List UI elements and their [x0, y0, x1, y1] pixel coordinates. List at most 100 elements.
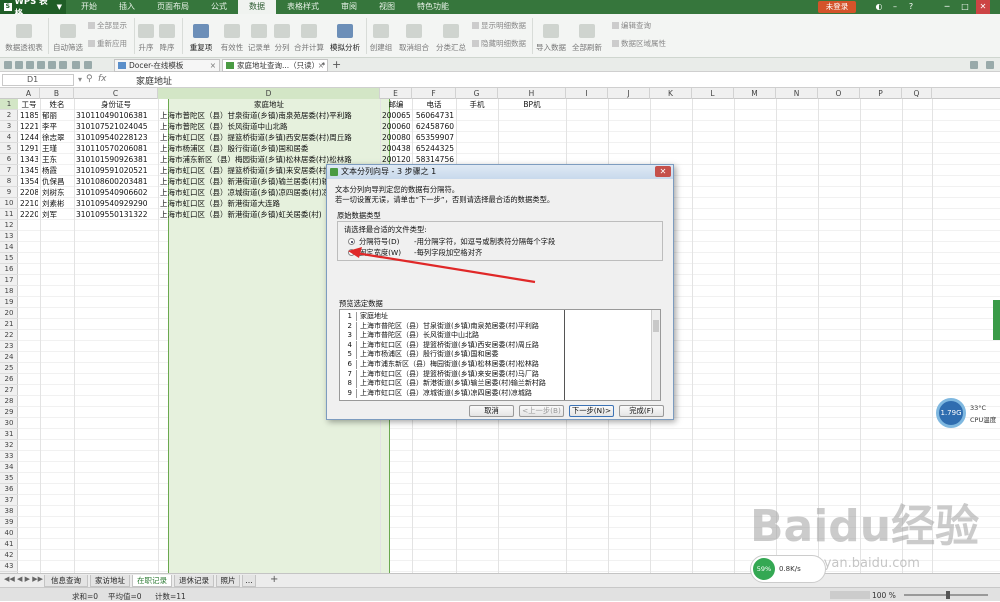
add-sheet-icon[interactable]: +: [270, 574, 278, 585]
name-box[interactable]: D1: [2, 74, 74, 86]
column-header-G[interactable]: G: [456, 88, 498, 99]
column-header-K[interactable]: K: [650, 88, 692, 99]
fixed-width-label[interactable]: 固定宽度(W): [359, 248, 401, 258]
cell[interactable]: 200065: [382, 110, 410, 121]
preview-scrollbar[interactable]: [651, 310, 660, 400]
row-header[interactable]: 16: [0, 264, 18, 275]
cell[interactable]: 王瑾: [42, 143, 72, 154]
skin-icon[interactable]: ◐: [872, 0, 886, 14]
column-header-L[interactable]: L: [692, 88, 734, 99]
column-header-M[interactable]: M: [734, 88, 776, 99]
row-header[interactable]: 2: [0, 110, 18, 121]
side-panel-handle[interactable]: [993, 300, 1000, 340]
cell[interactable]: 邮编: [382, 99, 410, 110]
subtotal-button[interactable]: 分类汇总: [434, 14, 468, 58]
cell[interactable]: 手机: [458, 99, 496, 110]
show-all-button[interactable]: 全部显示: [88, 20, 127, 30]
finish-button[interactable]: 完成(F): [619, 405, 664, 417]
record-button[interactable]: 记录单: [246, 14, 272, 58]
zoom-icon[interactable]: ⚲: [86, 74, 93, 84]
cell[interactable]: 65244325: [414, 143, 454, 154]
row-header[interactable]: 38: [0, 506, 18, 517]
show-detail-button[interactable]: 显示明细数据: [472, 20, 526, 30]
menu-tab-0[interactable]: 开始: [70, 0, 108, 14]
menu-tab-5[interactable]: 表格样式: [276, 0, 330, 14]
cell[interactable]: 1185: [20, 110, 38, 121]
help-icon[interactable]: ?: [904, 0, 918, 14]
menu-tab-2[interactable]: 页面布局: [146, 0, 200, 14]
cell[interactable]: 2210: [20, 198, 38, 209]
cpu-widget[interactable]: 1.79G 33°C CPU温度: [934, 396, 1000, 430]
sort-desc-button[interactable]: 降序: [157, 14, 177, 58]
cell[interactable]: 56064731: [414, 110, 454, 121]
chevron-down-icon[interactable]: ▾: [78, 75, 82, 84]
menu-tab-7[interactable]: 视图: [368, 0, 406, 14]
cell[interactable]: 1244: [20, 132, 38, 143]
cell[interactable]: 310110570206081: [76, 143, 156, 154]
cell[interactable]: 310107521024045: [76, 121, 156, 132]
redo-icon[interactable]: [84, 61, 92, 69]
tab-scroll-icon[interactable]: [986, 61, 994, 69]
column-header-J[interactable]: J: [608, 88, 650, 99]
fx-icon[interactable]: fx: [98, 74, 107, 84]
cell[interactable]: 1354: [20, 176, 38, 187]
column-header-D[interactable]: D: [158, 88, 380, 99]
row-header[interactable]: 11: [0, 209, 18, 220]
row-header[interactable]: 17: [0, 275, 18, 286]
fixed-width-radio[interactable]: [348, 249, 355, 256]
print-icon[interactable]: [37, 61, 45, 69]
row-header[interactable]: 33: [0, 451, 18, 462]
cell[interactable]: 310101590926381: [76, 154, 156, 165]
column-header-E[interactable]: E: [380, 88, 412, 99]
reapply-button[interactable]: 重新应用: [88, 38, 127, 48]
column-header-A[interactable]: A: [18, 88, 40, 99]
window-close-icon[interactable]: ✕: [976, 0, 990, 14]
cell[interactable]: 1343: [20, 154, 38, 165]
close-icon[interactable]: ✕: [655, 166, 671, 177]
row-header[interactable]: 13: [0, 231, 18, 242]
tab-list-icon[interactable]: [970, 61, 978, 69]
refresh-all-button[interactable]: 全部刷新: [570, 14, 604, 58]
row-header[interactable]: 22: [0, 330, 18, 341]
cell[interactable]: 刘素彬: [42, 198, 72, 209]
column-header-H[interactable]: H: [498, 88, 566, 99]
cell[interactable]: 200080: [382, 132, 410, 143]
column-header-C[interactable]: C: [74, 88, 158, 99]
edit-query-button[interactable]: 编辑查询: [612, 20, 651, 30]
cell[interactable]: 310109550131322: [76, 209, 156, 220]
column-header-N[interactable]: N: [776, 88, 818, 99]
cell[interactable]: 李平: [42, 121, 72, 132]
cell[interactable]: 姓名: [42, 99, 72, 110]
cell[interactable]: 310109540906602: [76, 187, 156, 198]
cell[interactable]: 刘树东: [42, 187, 72, 198]
cell[interactable]: 310108600203481: [76, 176, 156, 187]
doc-tab-address[interactable]: 家庭地址查询...（只读） * ×: [222, 59, 328, 72]
cell[interactable]: 徐志翠: [42, 132, 72, 143]
cell[interactable]: 家庭地址: [160, 99, 378, 110]
row-header[interactable]: 10: [0, 198, 18, 209]
hide-detail-button[interactable]: 隐藏明细数据: [472, 38, 526, 48]
cell[interactable]: 310109591020521: [76, 165, 156, 176]
row-header[interactable]: 18: [0, 286, 18, 297]
row-header[interactable]: 8: [0, 176, 18, 187]
row-header[interactable]: 5: [0, 143, 18, 154]
row-header[interactable]: 27: [0, 385, 18, 396]
cell[interactable]: 郁丽: [42, 110, 72, 121]
menu-tab-8[interactable]: 特色功能: [406, 0, 460, 14]
cell[interactable]: 杨霞: [42, 165, 72, 176]
row-header[interactable]: 35: [0, 473, 18, 484]
cell[interactable]: 1345: [20, 165, 38, 176]
formula-input[interactable]: 家庭地址: [136, 74, 172, 87]
minimize-icon[interactable]: –: [888, 0, 902, 14]
import-data-button[interactable]: 导入数据: [536, 14, 566, 58]
row-header[interactable]: 41: [0, 539, 18, 550]
row-header[interactable]: 9: [0, 187, 18, 198]
delimited-radio[interactable]: [348, 238, 355, 245]
column-header-Q[interactable]: Q: [902, 88, 932, 99]
row-header[interactable]: 30: [0, 418, 18, 429]
pivot-table-button[interactable]: 数据透视表: [4, 14, 44, 58]
cell[interactable]: 310109540929290: [76, 198, 156, 209]
sheet-tab-5[interactable]: …: [242, 575, 256, 587]
cell[interactable]: 上海市虹口区（县）提篮桥街道(乡镇)西安居委(村)周丘路: [160, 132, 378, 143]
row-header[interactable]: 40: [0, 528, 18, 539]
